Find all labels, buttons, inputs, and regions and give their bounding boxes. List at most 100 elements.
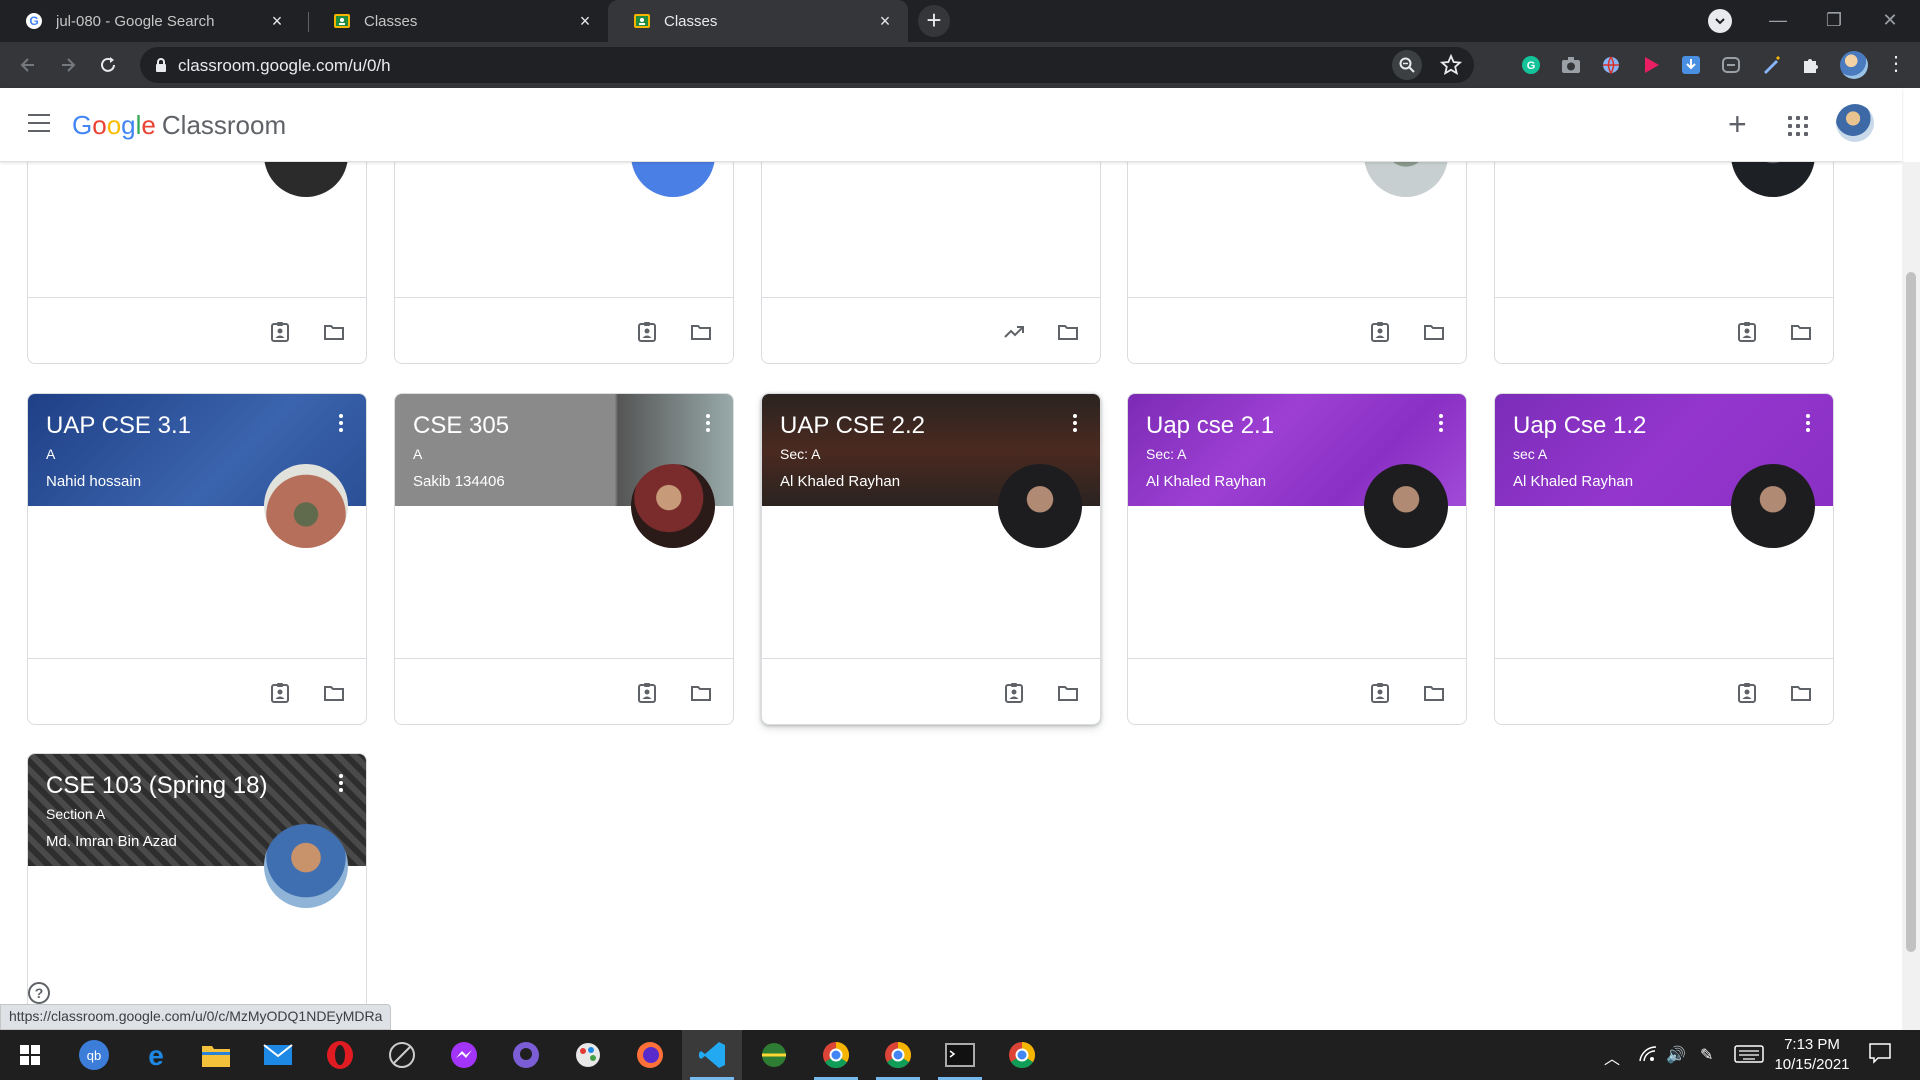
chrome-profile-avatar[interactable] bbox=[1840, 51, 1868, 79]
chrome-canary-taskbar-icon[interactable] bbox=[992, 1030, 1052, 1080]
camera-extension-icon[interactable] bbox=[1561, 55, 1581, 75]
download-extension-icon[interactable] bbox=[1681, 55, 1701, 75]
file-explorer-taskbar-icon[interactable] bbox=[186, 1030, 246, 1080]
browser-tab-active[interactable]: Classes × bbox=[608, 0, 908, 42]
class-name[interactable]: CSE 103 (Spring 18) bbox=[46, 772, 267, 800]
page-scrollbar[interactable] bbox=[1902, 162, 1920, 1030]
main-menu-icon[interactable] bbox=[28, 114, 50, 132]
class-card[interactable] bbox=[27, 162, 367, 364]
messenger-taskbar-icon[interactable] bbox=[434, 1030, 494, 1080]
browser-tab[interactable]: Classes × bbox=[308, 0, 608, 42]
class-name[interactable]: UAP CSE 3.1 bbox=[46, 412, 191, 440]
class-name[interactable]: CSE 305 bbox=[413, 412, 509, 440]
assignment-ind-icon[interactable] bbox=[1368, 320, 1392, 344]
close-tab-icon[interactable]: × bbox=[876, 12, 894, 30]
show-hidden-icons-icon[interactable]: ︿ bbox=[1604, 1045, 1620, 1069]
folder-icon[interactable] bbox=[322, 681, 346, 705]
close-window-button[interactable]: ✕ bbox=[1860, 0, 1920, 42]
google-classroom-logo[interactable]: Google Classroom bbox=[72, 110, 286, 141]
zoom-button[interactable] bbox=[1392, 50, 1422, 80]
folder-icon[interactable] bbox=[322, 320, 346, 344]
create-or-join-class-icon[interactable]: + bbox=[1728, 108, 1747, 140]
class-options-icon[interactable] bbox=[1072, 414, 1078, 434]
assignment-ind-icon[interactable] bbox=[268, 681, 292, 705]
class-card[interactable] bbox=[394, 162, 734, 364]
class-card[interactable]: Uap Cse 1.2 sec A Al Khaled Rayhan bbox=[1494, 393, 1834, 725]
notifications-icon[interactable] bbox=[1868, 1042, 1892, 1069]
chrome-menu-icon[interactable]: ⋮ bbox=[1886, 54, 1906, 74]
restore-button[interactable]: ❐ bbox=[1804, 0, 1864, 42]
browser-tab[interactable]: G jul-080 - Google Search × bbox=[0, 0, 300, 42]
new-tab-button[interactable]: + bbox=[918, 5, 950, 37]
assignment-ind-icon[interactable] bbox=[635, 320, 659, 344]
class-name[interactable]: UAP CSE 2.2 bbox=[780, 412, 925, 440]
wifi-icon[interactable] bbox=[1638, 1045, 1658, 1068]
reload-button[interactable] bbox=[94, 51, 122, 79]
close-tab-icon[interactable]: × bbox=[268, 12, 286, 30]
terminal-taskbar-icon[interactable] bbox=[930, 1030, 990, 1080]
assignment-ind-icon[interactable] bbox=[1735, 681, 1759, 705]
start-button[interactable] bbox=[0, 1030, 60, 1080]
pen-workspace-icon[interactable]: ✎ bbox=[1700, 1045, 1713, 1065]
class-name[interactable]: Uap Cse 1.2 bbox=[1513, 412, 1646, 440]
trending-up-icon[interactable] bbox=[1002, 320, 1026, 344]
play-extension-icon[interactable] bbox=[1641, 55, 1661, 75]
class-card[interactable]: CSE 305 A Sakib 134406 bbox=[394, 393, 734, 725]
folder-icon[interactable] bbox=[1056, 681, 1080, 705]
firefox-taskbar-icon[interactable] bbox=[620, 1030, 680, 1080]
assignment-ind-icon[interactable] bbox=[1735, 320, 1759, 344]
assignment-ind-icon[interactable] bbox=[268, 320, 292, 344]
class-options-icon[interactable] bbox=[338, 774, 344, 794]
assignment-ind-icon[interactable] bbox=[1368, 681, 1392, 705]
pen-extension-icon[interactable] bbox=[1761, 55, 1781, 75]
address-bar[interactable]: classroom.google.com/u/0/h bbox=[140, 47, 1474, 83]
folder-icon[interactable] bbox=[689, 681, 713, 705]
chrome-profile-taskbar-icon[interactable] bbox=[868, 1030, 928, 1080]
folder-icon[interactable] bbox=[1422, 681, 1446, 705]
class-card[interactable]: UAP CSE 2.2 Sec: A Al Khaled Rayhan bbox=[761, 393, 1101, 725]
tab-search-button[interactable] bbox=[1708, 9, 1732, 33]
bookmark-star-icon[interactable] bbox=[1440, 54, 1462, 76]
puzzle-extensions-icon[interactable] bbox=[1801, 55, 1821, 75]
grammarly-extension-icon[interactable]: G bbox=[1521, 55, 1541, 75]
screen-extension-icon[interactable] bbox=[1721, 55, 1741, 75]
qbittorrent-taskbar-icon[interactable]: qb bbox=[64, 1030, 124, 1080]
class-name[interactable]: Uap cse 2.1 bbox=[1146, 412, 1274, 440]
folder-icon[interactable] bbox=[1789, 681, 1813, 705]
folder-icon[interactable] bbox=[1422, 320, 1446, 344]
google-apps-icon[interactable] bbox=[1788, 116, 1808, 136]
help-icon[interactable]: ? bbox=[28, 982, 50, 1004]
system-clock[interactable]: 7:13 PM 10/15/2021 bbox=[1772, 1035, 1852, 1075]
folder-icon[interactable] bbox=[689, 320, 713, 344]
paint-taskbar-icon[interactable] bbox=[558, 1030, 618, 1080]
class-card[interactable] bbox=[1494, 162, 1834, 364]
class-options-icon[interactable] bbox=[1805, 414, 1811, 434]
volume-icon[interactable]: 🔊 bbox=[1666, 1045, 1686, 1065]
vscode-taskbar-icon[interactable] bbox=[682, 1030, 742, 1080]
forward-button[interactable] bbox=[54, 51, 82, 79]
mail-taskbar-icon[interactable] bbox=[248, 1030, 308, 1080]
edge-taskbar-icon[interactable]: e bbox=[126, 1030, 186, 1080]
scrollbar-thumb[interactable] bbox=[1906, 272, 1916, 952]
chrome-taskbar-icon[interactable] bbox=[806, 1030, 866, 1080]
folder-icon[interactable] bbox=[1789, 320, 1813, 344]
class-card[interactable] bbox=[1127, 162, 1467, 364]
account-avatar[interactable] bbox=[1836, 104, 1874, 142]
class-card[interactable]: UAP CSE 3.1 A Nahid hossain bbox=[27, 393, 367, 725]
github-taskbar-icon[interactable] bbox=[496, 1030, 556, 1080]
class-options-icon[interactable] bbox=[705, 414, 711, 434]
assignment-ind-icon[interactable] bbox=[1002, 681, 1026, 705]
class-options-icon[interactable] bbox=[1438, 414, 1444, 434]
class-options-icon[interactable] bbox=[338, 414, 344, 434]
minimize-button[interactable]: — bbox=[1748, 0, 1808, 42]
folder-icon[interactable] bbox=[1056, 320, 1080, 344]
satellite-taskbar-icon[interactable] bbox=[372, 1030, 432, 1080]
globe-extension-icon[interactable] bbox=[1601, 55, 1621, 75]
globe-app-taskbar-icon[interactable] bbox=[744, 1030, 804, 1080]
class-card[interactable]: Uap cse 2.1 Sec: A Al Khaled Rayhan bbox=[1127, 393, 1467, 725]
class-card[interactable] bbox=[761, 162, 1101, 364]
touch-keyboard-icon[interactable] bbox=[1734, 1045, 1764, 1068]
opera-taskbar-icon[interactable] bbox=[310, 1030, 370, 1080]
assignment-ind-icon[interactable] bbox=[635, 681, 659, 705]
back-button[interactable] bbox=[14, 51, 42, 79]
